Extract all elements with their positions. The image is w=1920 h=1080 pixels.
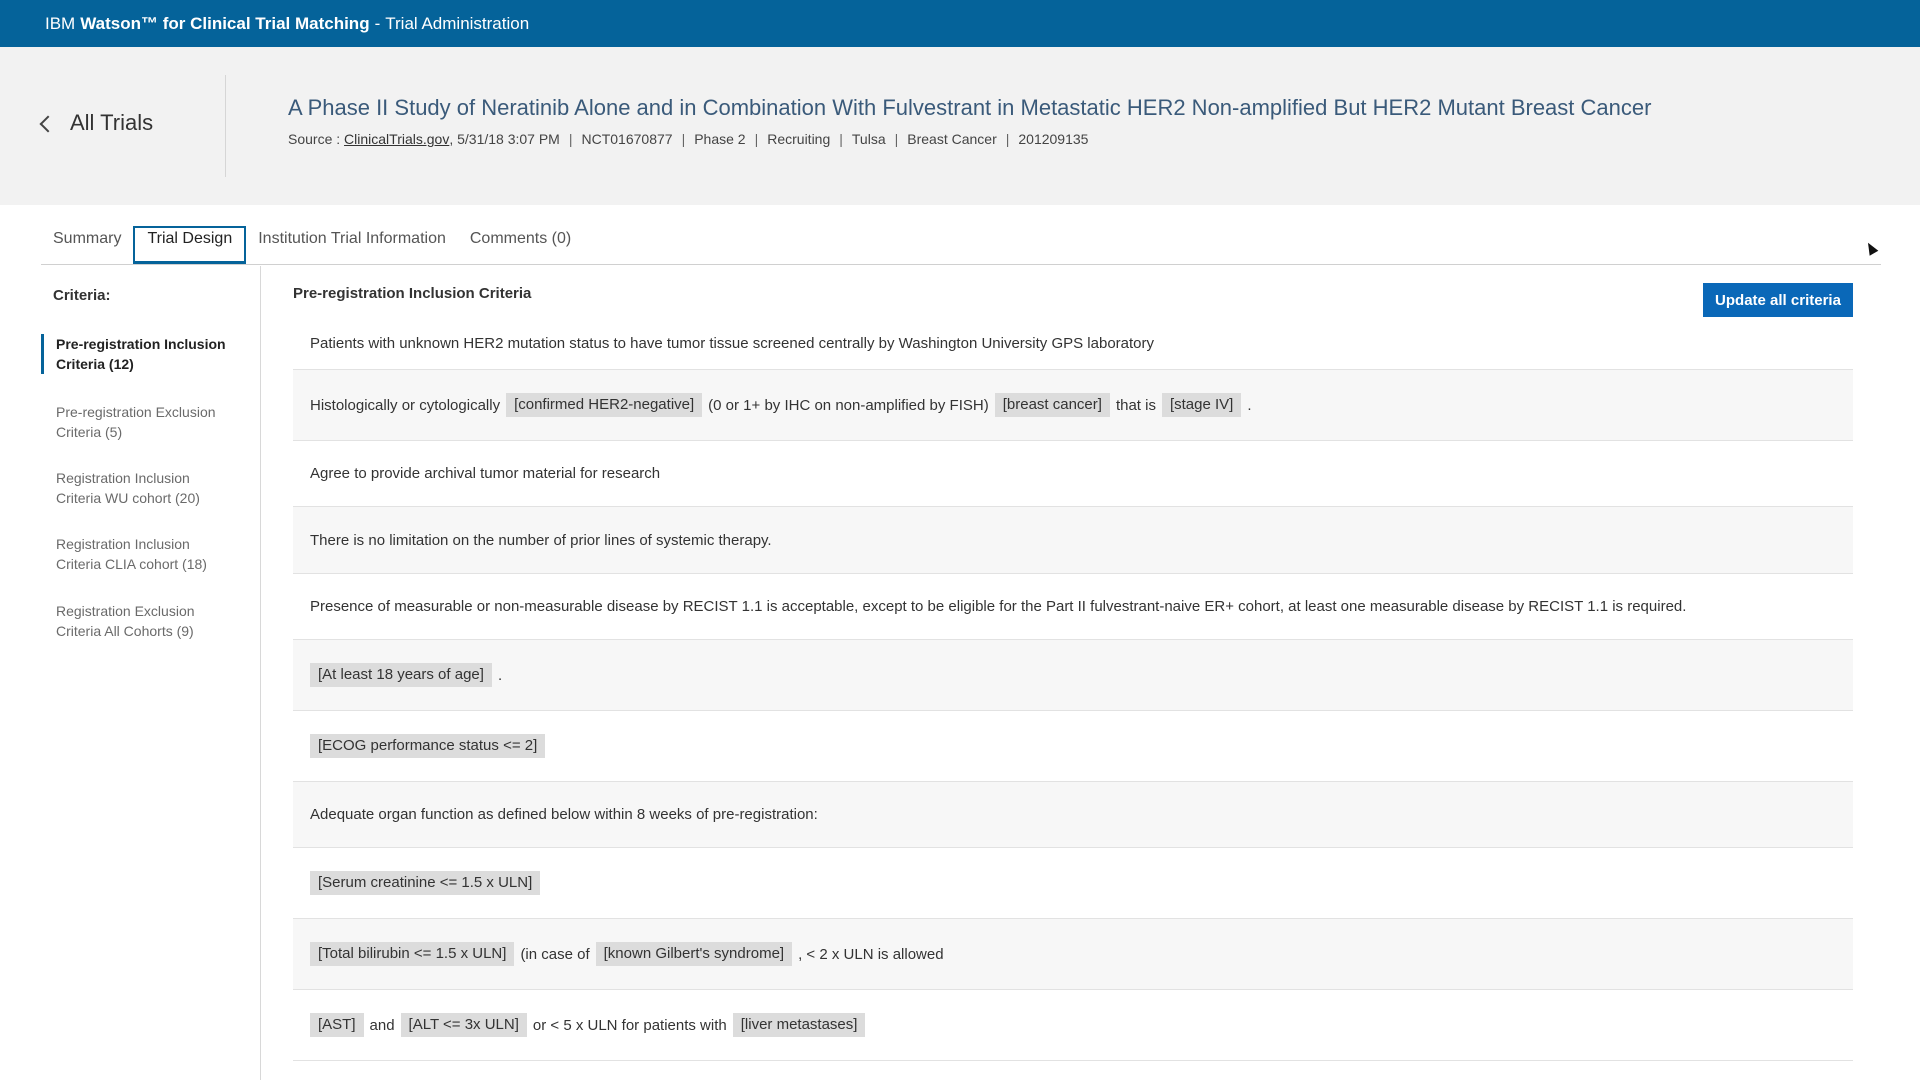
criterion-row: [At least 18 years of age] . <box>293 640 1853 711</box>
sidebar-item-line: Criteria CLIA cohort (18) <box>56 556 207 572</box>
chevron-left-icon <box>39 115 57 132</box>
criterion-text: Adequate organ function as defined below… <box>310 806 818 823</box>
criterion-row: There is no limitation on the number of … <box>293 507 1853 574</box>
criterion-concept-chip[interactable]: [breast cancer] <box>994 393 1110 417</box>
source-date: , 5/31/18 3:07 PM <box>449 131 560 147</box>
sidebar-item-line: Criteria WU cohort (20) <box>56 490 200 506</box>
criterion-text: . <box>1247 396 1252 414</box>
sidebar-item-line: Criteria (5) <box>56 424 123 440</box>
trial-disease: Breast Cancer <box>907 131 997 147</box>
criteria-heading: Criteria: <box>53 287 111 304</box>
criterion-concept-chip[interactable]: [stage IV] <box>1161 393 1242 417</box>
criterion-text: Patients with unknown HER2 mutation stat… <box>310 334 1155 352</box>
criterion-text: Agree to provide archival tumor material… <box>310 465 661 482</box>
sidebar-item-registration-inclusion-clia[interactable]: Registration Inclusion Criteria CLIA coh… <box>41 534 241 574</box>
sidebar-item-registration-exclusion-all[interactable]: Registration Exclusion Criteria All Coho… <box>41 601 241 641</box>
criterion-text: or < 5 x ULN for patients with <box>532 1016 727 1034</box>
sidebar-item-pre-registration-exclusion[interactable]: Pre-registration Exclusion Criteria (5) <box>41 402 241 442</box>
trial-meta: Source : ClinicalTrials.gov, 5/31/18 3:0… <box>288 131 1088 147</box>
criterion-text: , < 2 x ULN is allowed <box>798 945 944 963</box>
protocol-id: 201209135 <box>1018 131 1089 147</box>
tab-bar: Summary Trial Design Institution Trial I… <box>41 226 1881 265</box>
criterion-row: [AST] and [ALT <= 3x ULN] or < 5 x ULN f… <box>293 990 1853 1061</box>
trial-location: Tulsa <box>851 131 886 147</box>
criterion-concept-chip[interactable]: [ALT <= 3x ULN] <box>400 1013 527 1037</box>
update-all-criteria-button[interactable]: Update all criteria <box>1703 283 1853 317</box>
criterion-text: that is <box>1115 396 1156 414</box>
criterion-row: Agree to provide archival tumor material… <box>293 441 1853 507</box>
criterion-row: Histologically or cytologically [confirm… <box>293 370 1853 441</box>
meta-separator: | <box>681 131 686 147</box>
criterion-row: Adequate organ function as defined below… <box>293 782 1853 848</box>
meta-separator: | <box>754 131 759 147</box>
all-trials-label: All Trials <box>70 110 154 135</box>
criterion-concept-chip[interactable]: [Serum creatinine <= 1.5 x ULN] <box>310 871 541 895</box>
trial-header: All Trials A Phase II Study of Neratinib… <box>0 47 1920 205</box>
tab-comments[interactable]: Comments (0) <box>458 226 583 264</box>
source-prefix: Source : <box>288 131 341 147</box>
sidebar-item-pre-registration-inclusion[interactable]: Pre-registration Inclusion Criteria (12) <box>41 334 241 374</box>
criterion-row: [Total bilirubin <= 1.5 x ULN] (in case … <box>293 919 1853 990</box>
meta-separator: | <box>568 131 573 147</box>
sidebar-item-registration-inclusion-wu[interactable]: Registration Inclusion Criteria WU cohor… <box>41 468 241 508</box>
brand-separator: - <box>374 13 381 33</box>
criterion-concept-chip[interactable]: [AST] <box>310 1013 364 1037</box>
criterion-text: (0 or 1+ by IHC on non-amplified by FISH… <box>708 396 989 414</box>
tab-summary[interactable]: Summary <box>41 226 133 264</box>
tab-institution-trial-information[interactable]: Institution Trial Information <box>246 226 458 264</box>
brand-product: Watson™ for Clinical Trial Matching <box>80 13 370 33</box>
criteria-sidebar: Criteria: Pre-registration Inclusion Cri… <box>41 266 261 1080</box>
sidebar-item-line: Registration Exclusion <box>56 603 195 619</box>
all-trials-link[interactable]: All Trials <box>39 110 154 136</box>
sidebar-item-line: Registration Inclusion <box>56 470 190 486</box>
criterion-concept-chip[interactable]: [At least 18 years of age] <box>310 663 492 687</box>
meta-separator: | <box>1005 131 1010 147</box>
section-title: Pre-registration Inclusion Criteria <box>293 285 532 302</box>
sidebar-item-line: Pre-registration Exclusion <box>56 404 216 420</box>
criterion-concept-chip[interactable]: [Total bilirubin <= 1.5 x ULN] <box>310 942 515 966</box>
criterion-text: (in case of <box>520 945 590 963</box>
header-divider <box>225 75 226 177</box>
trial-status: Recruiting <box>767 131 831 147</box>
criterion-concept-chip[interactable]: [liver metastases] <box>732 1013 866 1037</box>
source-link[interactable]: ClinicalTrials.gov <box>344 131 449 147</box>
sidebar-item-line: Registration Inclusion <box>56 536 190 552</box>
trial-phase: Phase 2 <box>694 131 746 147</box>
criterion-row: [Serum creatinine <= 1.5 x ULN] <box>293 848 1853 919</box>
brand-ibm: IBM <box>45 13 76 33</box>
nct-id: NCT01670877 <box>581 131 673 147</box>
meta-separator: | <box>894 131 899 147</box>
criterion-text: Presence of measurable or non-measurable… <box>310 598 1687 615</box>
brand-section: Trial Administration <box>385 13 530 33</box>
criterion-text: and <box>369 1016 395 1034</box>
criteria-list: Patients with unknown HER2 mutation stat… <box>293 317 1853 1061</box>
criteria-panel: Pre-registration Inclusion Criteria Upda… <box>293 266 1853 1080</box>
criterion-row: [ECOG performance status <= 2] <box>293 711 1853 782</box>
criterion-text: Histologically or cytologically <box>310 396 501 414</box>
criterion-concept-chip[interactable]: [confirmed HER2-negative] <box>506 393 703 417</box>
criterion-concept-chip[interactable]: [known Gilbert's syndrome] <box>595 942 793 966</box>
sidebar-item-line: Pre-registration Inclusion <box>56 336 226 352</box>
sidebar-item-line: Criteria (12) <box>56 356 134 372</box>
criterion-row: Presence of measurable or non-measurable… <box>293 574 1853 640</box>
trial-title: A Phase II Study of Neratinib Alone and … <box>288 95 1652 120</box>
criterion-row: Patients with unknown HER2 mutation stat… <box>293 317 1853 370</box>
meta-separator: | <box>839 131 843 147</box>
criterion-concept-chip[interactable]: [ECOG performance status <= 2] <box>310 734 546 758</box>
app-top-bar: IBM Watson™ for Clinical Trial Matching … <box>0 0 1920 47</box>
sidebar-item-line: Criteria All Cohorts (9) <box>56 623 194 639</box>
criterion-text: . <box>497 666 503 684</box>
criterion-text: There is no limitation on the number of … <box>310 531 772 549</box>
tab-trial-design[interactable]: Trial Design <box>133 226 247 264</box>
